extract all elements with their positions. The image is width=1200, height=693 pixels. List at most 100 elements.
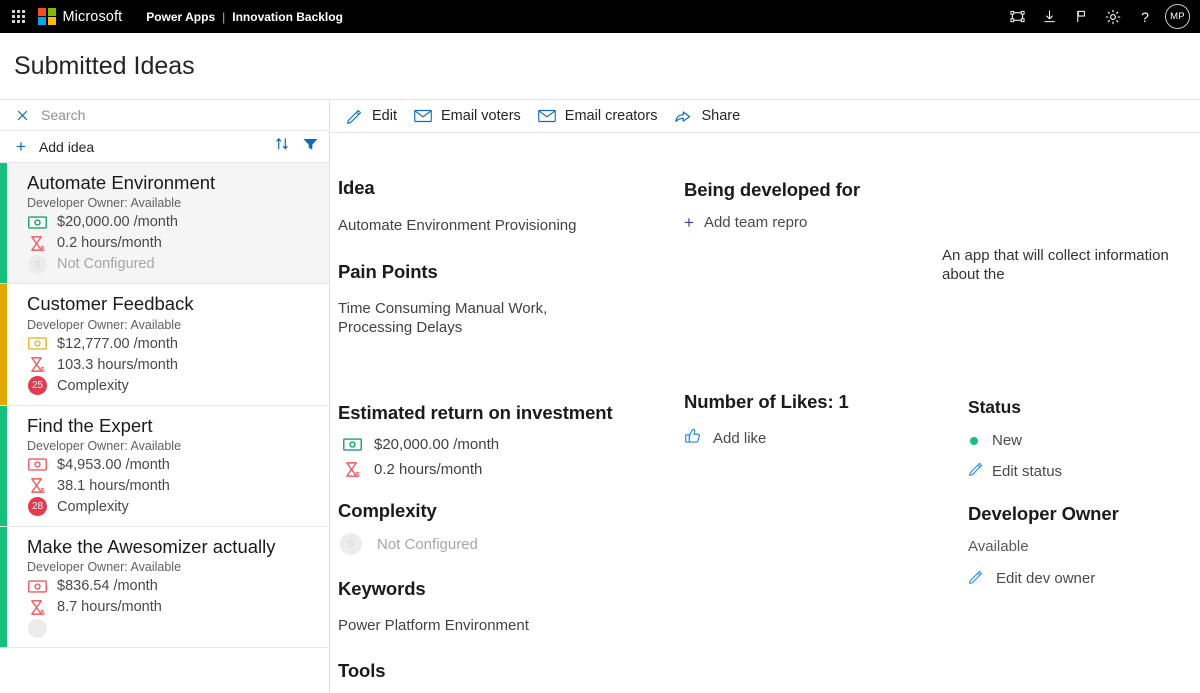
card-complexity-label: Complexity — [57, 378, 129, 394]
ideas-list-panel: + Add idea Automate Environment Develope… — [0, 100, 330, 693]
edit-status-label: Edit status — [992, 463, 1062, 480]
pain-points-heading: Pain Points — [338, 261, 678, 283]
svg-text:$: $ — [40, 365, 45, 373]
card-complexity-row: 28 Complexity — [27, 498, 329, 516]
status-dot-icon — [970, 437, 978, 445]
idea-value: Automate Environment Provisioning — [338, 217, 678, 236]
card-status-stripe — [0, 527, 7, 647]
pencil-icon — [346, 108, 363, 125]
card-hours-value: 0.2 hours/month — [57, 235, 162, 251]
complexity-value: Not Configured — [377, 536, 478, 553]
pencil-icon — [968, 569, 984, 589]
svg-text:$: $ — [40, 608, 45, 616]
complexity-value: 28 — [28, 497, 47, 516]
search-bar[interactable] — [0, 100, 329, 131]
help-icon[interactable]: ? — [1129, 0, 1161, 33]
mail-icon — [538, 109, 556, 123]
card-complexity-label: Not Configured — [57, 256, 155, 272]
idea-card[interactable]: Find the Expert Developer Owner: Availab… — [0, 406, 329, 527]
share-icon — [674, 108, 692, 124]
flag-icon[interactable] — [1065, 0, 1097, 33]
pencil-icon — [968, 461, 984, 481]
email-voters-button[interactable]: Email voters — [410, 100, 534, 133]
add-idea-row[interactable]: + Add idea — [0, 131, 329, 163]
svg-text:$: $ — [40, 244, 45, 252]
card-content: Automate Environment Developer Owner: Av… — [7, 163, 329, 283]
add-like-button[interactable]: Add like — [684, 427, 974, 449]
card-status-stripe — [0, 163, 7, 283]
email-voters-label: Email voters — [441, 108, 521, 124]
card-money-row: $4,953.00 /month — [27, 456, 329, 474]
top-navigation-bar: Microsoft Power Apps | Innovation Backlo… — [0, 0, 1200, 33]
money-icon — [27, 456, 48, 474]
complexity-badge: 25 — [27, 377, 48, 395]
filter-icon[interactable] — [302, 136, 319, 157]
add-like-label: Add like — [713, 430, 766, 447]
idea-detail-panel: Edit Email voters Email creators Share — [330, 100, 1200, 693]
card-money-row: $836.54 /month — [27, 577, 329, 595]
dev-owner-value: Available — [968, 538, 1200, 557]
card-content: Find the Expert Developer Owner: Availab… — [7, 406, 329, 526]
app-breadcrumb[interactable]: Power Apps | Innovation Backlog — [146, 10, 343, 24]
idea-heading: Idea — [338, 177, 678, 199]
complexity-value: 25 — [28, 376, 47, 395]
complexity-badge: 28 — [27, 498, 48, 516]
share-button[interactable]: Share — [670, 100, 753, 133]
app-launcher-icon[interactable] — [0, 10, 34, 23]
roi-heading: Estimated return on investment — [338, 402, 678, 424]
card-money-value: $4,953.00 /month — [57, 457, 170, 473]
dev-owner-heading: Developer Owner — [968, 503, 1200, 525]
microsoft-logo[interactable]: Microsoft — [38, 8, 122, 26]
card-title: Find the Expert — [27, 415, 329, 436]
plus-icon: + — [16, 138, 26, 155]
close-icon[interactable] — [16, 109, 29, 122]
description-text: An app that will collect information abo… — [942, 246, 1182, 284]
edit-dev-owner-link[interactable]: Edit dev owner — [968, 569, 1200, 589]
sort-icon[interactable] — [275, 136, 290, 157]
card-title: Automate Environment — [27, 172, 329, 193]
app-name-label: Power Apps — [146, 10, 215, 24]
email-creators-button[interactable]: Email creators — [534, 100, 671, 133]
card-money-row: $20,000.00 /month — [27, 213, 329, 231]
detail-description-block: An app that will collect information abo… — [942, 246, 1182, 284]
complexity-badge: 0 — [340, 533, 362, 555]
svg-text:$: $ — [355, 470, 360, 478]
idea-card[interactable]: Customer Feedback Developer Owner: Avail… — [0, 284, 329, 405]
card-hours-row: $ 0.2 hours/month — [27, 234, 329, 252]
roi-hours-value: 0.2 hours/month — [374, 461, 482, 478]
card-money-value: $20,000.00 /month — [57, 214, 178, 230]
command-bar: Edit Email voters Email creators Share — [330, 100, 1200, 133]
gear-icon[interactable] — [1097, 0, 1129, 33]
edit-status-link[interactable]: Edit status — [968, 461, 1200, 481]
environment-name-label: Innovation Backlog — [232, 10, 343, 24]
card-money-value: $836.54 /month — [57, 578, 158, 594]
canvas-frame-icon[interactable] — [1001, 0, 1033, 33]
microsoft-logo-squares — [38, 8, 56, 26]
page-title: Submitted Ideas — [14, 52, 195, 81]
pain-points-value: Time Consuming Manual Work, Processing D… — [338, 300, 593, 338]
add-team-repro-link[interactable]: + Add team repro — [684, 214, 974, 231]
search-input[interactable] — [41, 107, 271, 123]
card-owner: Developer Owner: Available — [27, 196, 329, 210]
idea-card[interactable]: Make the Awesomizer actually Developer O… — [0, 527, 329, 648]
card-hours-row: $ 38.1 hours/month — [27, 477, 329, 495]
keywords-heading: Keywords — [338, 578, 678, 600]
complexity-badge: 0 — [27, 255, 48, 273]
card-content: Make the Awesomizer actually Developer O… — [7, 527, 329, 647]
detail-content: Idea Automate Environment Provisioning P… — [330, 133, 1200, 693]
avatar[interactable]: MP — [1165, 4, 1190, 29]
hourglass-icon: $ — [27, 477, 48, 495]
card-money-value: $12,777.00 /month — [57, 336, 178, 352]
idea-card[interactable]: Automate Environment Developer Owner: Av… — [0, 163, 329, 284]
download-icon[interactable] — [1033, 0, 1065, 33]
card-title: Make the Awesomizer actually — [27, 536, 329, 557]
thumbs-up-icon — [684, 427, 703, 449]
edit-button[interactable]: Edit — [342, 100, 410, 133]
detail-column-left: Idea Automate Environment Provisioning P… — [338, 177, 678, 693]
status-row: New — [970, 432, 1200, 449]
complexity-heading: Complexity — [338, 500, 678, 522]
card-owner: Developer Owner: Available — [27, 439, 329, 453]
hourglass-icon: $ — [27, 356, 48, 374]
card-owner: Developer Owner: Available — [27, 318, 329, 332]
card-content: Customer Feedback Developer Owner: Avail… — [7, 284, 329, 404]
